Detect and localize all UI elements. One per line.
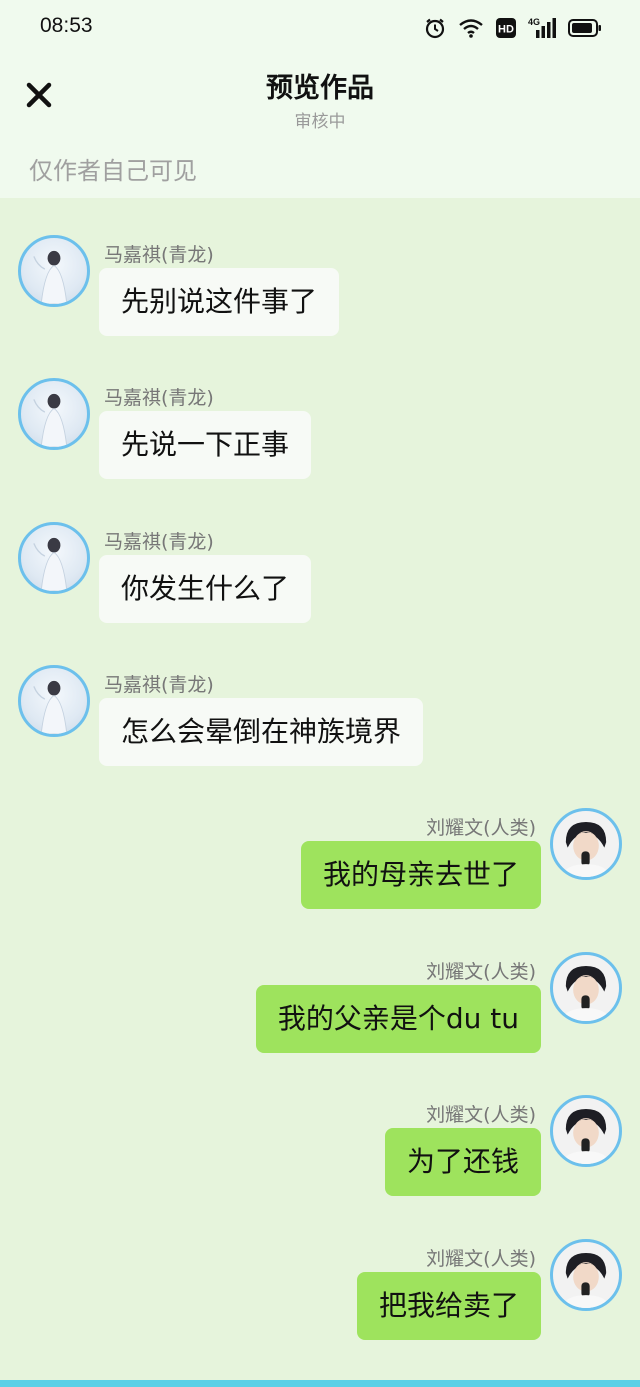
hd-label: HD bbox=[498, 24, 514, 36]
visibility-note: 仅作者自己可见 bbox=[29, 157, 197, 185]
sender-name: 刘耀文(人类) bbox=[426, 817, 536, 839]
message-row: 马嘉祺(青龙) 怎么会晕倒在神族境界 bbox=[0, 665, 640, 785]
avatar[interactable] bbox=[550, 1239, 622, 1311]
message-row: 刘耀文(人类) 我的母亲去世了 bbox=[0, 808, 640, 928]
avatar[interactable] bbox=[18, 522, 90, 594]
signal-4g-icon: 4G bbox=[528, 17, 556, 39]
status-icons: HD 4G bbox=[424, 16, 602, 40]
message-row: 刘耀文(人类) 我的父亲是个du tu bbox=[0, 952, 640, 1072]
message-bubble[interactable]: 先说一下正事 bbox=[99, 411, 312, 479]
message-bubble[interactable]: 我的父亲是个du tu bbox=[255, 985, 541, 1053]
status-bar: 08:53 HD 4G bbox=[0, 0, 640, 56]
avatar[interactable] bbox=[550, 952, 622, 1024]
battery-icon bbox=[568, 18, 602, 38]
avatar[interactable] bbox=[18, 378, 90, 450]
avatar[interactable] bbox=[550, 1095, 622, 1167]
avatar[interactable] bbox=[18, 665, 90, 737]
bottom-accent-bar bbox=[0, 1380, 640, 1387]
message-bubble[interactable]: 先别说这件事了 bbox=[99, 268, 340, 336]
message-row: 马嘉祺(青龙) 你发生什么了 bbox=[0, 522, 640, 642]
hd-icon: HD bbox=[496, 18, 516, 38]
message-bubble[interactable]: 你发生什么了 bbox=[99, 555, 312, 623]
wifi-icon bbox=[458, 17, 484, 39]
status-time: 08:53 bbox=[40, 14, 93, 37]
avatar[interactable] bbox=[550, 808, 622, 880]
page-title: 预览作品 bbox=[266, 73, 374, 104]
message-bubble[interactable]: 把我给卖了 bbox=[356, 1272, 541, 1340]
message-row: 马嘉祺(青龙) 先说一下正事 bbox=[0, 378, 640, 498]
message-bubble[interactable]: 为了还钱 bbox=[384, 1128, 541, 1196]
chat-area[interactable]: 马嘉祺(青龙) 先别说这件事了 马嘉祺(青龙) 先说一下正事 马嘉祺(青龙) 你… bbox=[0, 198, 640, 1380]
network-label: 4G bbox=[528, 17, 540, 27]
review-status: 审核中 bbox=[294, 112, 346, 132]
avatar[interactable] bbox=[18, 235, 90, 307]
message-bubble[interactable]: 怎么会晕倒在神族境界 bbox=[99, 698, 424, 766]
message-row: 马嘉祺(青龙) 先别说这件事了 bbox=[0, 235, 640, 355]
sender-name: 马嘉祺(青龙) bbox=[104, 244, 214, 266]
sender-name: 马嘉祺(青龙) bbox=[104, 387, 214, 409]
sender-name: 马嘉祺(青龙) bbox=[104, 531, 214, 553]
alarm-icon bbox=[424, 17, 446, 39]
sender-name: 刘耀文(人类) bbox=[426, 1248, 536, 1270]
sender-name: 刘耀文(人类) bbox=[426, 961, 536, 983]
message-bubble[interactable]: 我的母亲去世了 bbox=[300, 841, 541, 909]
header-area: 08:53 HD 4G 预览作品 审核中 仅作者自己可见 bbox=[0, 0, 640, 198]
sender-name: 马嘉祺(青龙) bbox=[104, 674, 214, 696]
sender-name: 刘耀文(人类) bbox=[426, 1104, 536, 1126]
message-row: 刘耀文(人类) 为了还钱 bbox=[0, 1095, 640, 1215]
message-row: 刘耀文(人类) 把我给卖了 bbox=[0, 1239, 640, 1359]
